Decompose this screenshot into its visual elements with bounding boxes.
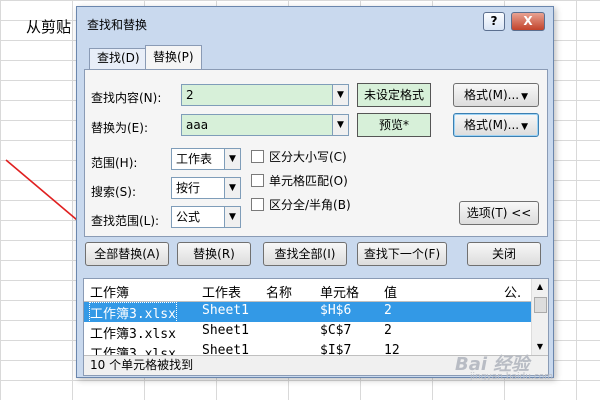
- close-window-button[interactable]: X: [511, 12, 545, 31]
- dialog-titlebar[interactable]: 查找和替换 ? X: [77, 7, 553, 37]
- result-sheet: Sheet1: [202, 343, 249, 355]
- checkbox-icon[interactable]: [251, 174, 264, 187]
- replace-panel: 查找内容(N): 2 ▼ 未设定格式 格式(M)... ▼ 替换为(E): aaa…: [84, 69, 548, 237]
- replace-all-button[interactable]: 全部替换(A): [85, 242, 169, 266]
- scope-value: 工作表: [176, 152, 213, 166]
- result-workbook: 工作簿3.xlsx: [90, 347, 176, 355]
- chevron-down-icon: ▼: [521, 92, 529, 102]
- look-in-value: 公式: [176, 210, 201, 224]
- checkbox-icon[interactable]: [251, 198, 264, 211]
- result-workbook: 工作簿3.xlsx: [89, 302, 177, 323]
- help-button[interactable]: ?: [483, 12, 505, 31]
- look-in-select[interactable]: 公式 ▼: [171, 206, 241, 228]
- replace-with-label: 替换为(E):: [91, 121, 148, 135]
- search-label: 搜索(S):: [91, 185, 137, 199]
- replace-button[interactable]: 替换(R): [177, 242, 251, 266]
- chevron-down-icon[interactable]: ▼: [224, 149, 240, 169]
- find-format-status: 未设定格式: [357, 83, 431, 107]
- col-header-workbook[interactable]: 工作簿: [90, 282, 129, 301]
- scroll-up-icon[interactable]: ▲: [532, 279, 548, 295]
- find-format-label: 格式(M)...: [463, 88, 520, 102]
- chevron-down-icon[interactable]: ▼: [224, 178, 240, 198]
- result-value: 12: [384, 343, 400, 355]
- dialog-title: 查找和替换: [87, 18, 148, 32]
- match-case-label: 区分大小写(C): [269, 150, 347, 164]
- search-select[interactable]: 按行 ▼: [171, 177, 241, 199]
- col-header-formula[interactable]: 公.: [504, 282, 521, 301]
- result-sheet: Sheet1: [202, 303, 249, 318]
- results-scrollbar[interactable]: ▲ ▼: [531, 279, 548, 355]
- result-cell: $H$6: [320, 303, 352, 318]
- replace-format-button[interactable]: 格式(M)... ▼: [453, 113, 539, 137]
- tab-replace[interactable]: 替换(P): [145, 45, 202, 69]
- results-header: 工作簿 工作表 名称 单元格 值 公.: [84, 279, 532, 302]
- result-value: 2: [384, 323, 392, 338]
- match-width-checkbox[interactable]: 区分全/半角(B): [251, 196, 351, 213]
- match-entire-label: 单元格匹配(O): [269, 174, 348, 188]
- find-what-label: 查找内容(N):: [91, 91, 162, 105]
- result-row[interactable]: 工作簿3.xlsx Sheet1 $C$7 2: [84, 322, 532, 342]
- find-replace-dialog: 查找和替换 ? X 查找(D) 替换(P) 查找内容(N): 2 ▼ 未设定格式…: [76, 6, 554, 378]
- col-header-name[interactable]: 名称: [266, 282, 292, 301]
- checkbox-icon[interactable]: [251, 150, 264, 163]
- result-row[interactable]: 工作簿3.xlsx Sheet1 $H$6 2: [84, 302, 532, 323]
- find-what-value: 2: [186, 88, 194, 102]
- col-header-sheet[interactable]: 工作表: [202, 282, 241, 301]
- scope-label: 范围(H):: [91, 156, 138, 170]
- result-sheet: Sheet1: [202, 323, 249, 338]
- baidu-watermark-url: jingyan.baidu.com: [470, 372, 554, 382]
- scrollbar-thumb[interactable]: [534, 297, 547, 313]
- find-all-button[interactable]: 查找全部(I): [263, 242, 347, 266]
- find-next-button[interactable]: 查找下一个(F): [357, 242, 447, 266]
- chevron-down-icon: ▼: [521, 122, 529, 132]
- match-width-label: 区分全/半角(B): [269, 198, 351, 212]
- match-entire-cell-checkbox[interactable]: 单元格匹配(O): [251, 172, 348, 189]
- tab-find[interactable]: 查找(D): [89, 48, 148, 69]
- find-format-button[interactable]: 格式(M)... ▼: [453, 83, 539, 107]
- scope-select[interactable]: 工作表 ▼: [171, 148, 241, 170]
- chevron-down-icon[interactable]: ▼: [224, 207, 240, 227]
- result-value: 2: [384, 303, 392, 318]
- replace-format-preview: 预览*: [357, 113, 431, 137]
- col-header-cell[interactable]: 单元格: [320, 282, 359, 301]
- close-button[interactable]: 关闭: [467, 242, 541, 266]
- search-value: 按行: [176, 181, 201, 195]
- match-case-checkbox[interactable]: 区分大小写(C): [251, 148, 347, 165]
- result-cell: $I$7: [320, 343, 352, 355]
- look-in-label: 查找范围(L):: [91, 214, 160, 228]
- replace-format-label: 格式(M)...: [463, 118, 520, 132]
- find-what-input[interactable]: 2 ▼: [181, 84, 349, 106]
- replace-with-input[interactable]: aaa ▼: [181, 114, 349, 136]
- scroll-down-icon[interactable]: ▼: [532, 339, 548, 355]
- result-cell: $C$7: [320, 323, 352, 338]
- options-button[interactable]: 选项(T) <<: [459, 201, 539, 225]
- replace-with-value: aaa: [186, 118, 209, 132]
- chevron-down-icon[interactable]: ▼: [332, 85, 348, 105]
- result-workbook: 工作簿3.xlsx: [90, 327, 176, 342]
- chevron-down-icon[interactable]: ▼: [332, 115, 348, 135]
- col-header-value[interactable]: 值: [384, 282, 397, 301]
